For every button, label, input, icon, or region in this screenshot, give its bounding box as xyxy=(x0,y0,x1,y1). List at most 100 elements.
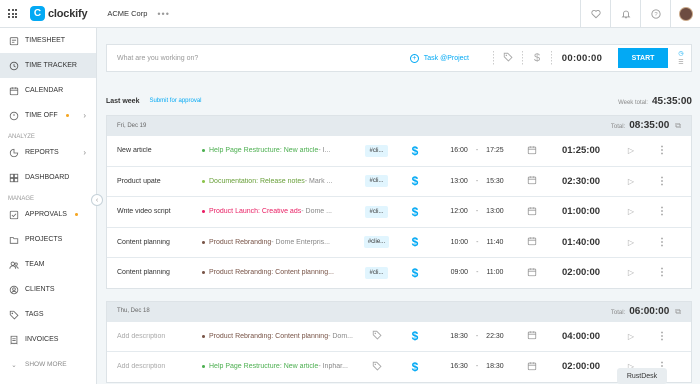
sidebar-item-calendar[interactable]: CALENDAR xyxy=(0,78,96,103)
entry-description[interactable]: Add description xyxy=(107,333,202,340)
start-time[interactable]: 16:00 xyxy=(450,147,468,154)
play-icon[interactable]: ▷ xyxy=(620,238,642,247)
start-time[interactable]: 13:00 xyxy=(450,178,468,185)
end-time[interactable]: 17:25 xyxy=(486,147,504,154)
entry-project[interactable]: Product Rebranding: Content planning - D… xyxy=(202,333,355,340)
calendar-icon[interactable] xyxy=(522,145,542,157)
more-options-icon[interactable]: ⋮ xyxy=(642,267,682,278)
manual-mode-icon[interactable]: ☰ xyxy=(678,59,683,66)
sidebar-item-tags[interactable]: TAGS xyxy=(0,302,96,327)
sidebar-item-time-off[interactable]: TIME OFF › xyxy=(0,103,96,128)
entry-time-range[interactable]: 16:30-18:30 xyxy=(432,363,522,370)
entry-project[interactable]: Product Launch: Creative ads - Dome ... xyxy=(202,208,355,215)
entry-description[interactable]: Content planning xyxy=(107,239,202,246)
entry-time-range[interactable]: 18:30-22:30 xyxy=(432,333,522,340)
entry-duration[interactable]: 01:00:00 xyxy=(542,206,620,217)
entry-duration[interactable]: 04:00:00 xyxy=(542,331,620,342)
billable-dollar-icon[interactable]: $ xyxy=(398,360,432,374)
heart-icon[interactable] xyxy=(580,0,610,28)
play-icon[interactable]: ▷ xyxy=(620,177,642,186)
entry-description[interactable]: Content planning xyxy=(107,269,202,276)
entry-tags[interactable]: #cli... xyxy=(355,144,398,157)
start-button[interactable]: START xyxy=(618,48,668,68)
billable-dollar-icon[interactable]: $ xyxy=(398,266,432,280)
entry-tags[interactable] xyxy=(355,361,398,373)
sidebar-item-team[interactable]: TEAM xyxy=(0,252,96,277)
workspace-menu-button[interactable]: ••• xyxy=(157,9,169,19)
entry-duration[interactable]: 02:30:00 xyxy=(542,176,620,187)
end-time[interactable]: 22:30 xyxy=(486,333,504,340)
timer-mode-icon[interactable]: ◷ xyxy=(678,50,683,57)
entry-project[interactable]: Documentation: Release notes - Mark ... xyxy=(202,178,355,185)
play-icon[interactable]: ▷ xyxy=(620,268,642,277)
billable-dollar-icon[interactable]: $ xyxy=(398,174,432,188)
entry-description[interactable]: Add description xyxy=(107,363,202,370)
sidebar-item-approvals[interactable]: APPROVALS xyxy=(0,202,96,227)
more-options-icon[interactable]: ⋮ xyxy=(642,145,682,156)
billable-dollar-icon[interactable]: $ xyxy=(398,235,432,249)
copy-icon[interactable]: ⧉ xyxy=(675,307,681,317)
start-time[interactable]: 16:30 xyxy=(450,363,468,370)
calendar-icon[interactable] xyxy=(522,267,542,279)
sidebar-item-projects[interactable]: PROJECTS xyxy=(0,227,96,252)
calendar-icon[interactable] xyxy=(522,236,542,248)
play-icon[interactable]: ▷ xyxy=(620,146,642,155)
entry-tags[interactable]: #cli... xyxy=(355,266,398,279)
sidebar-item-timesheet[interactable]: TIMESHEET xyxy=(0,28,96,53)
entry-project[interactable]: Product Rebranding: Content planning... xyxy=(202,269,355,276)
entry-description[interactable]: Write video script xyxy=(107,208,202,215)
billable-dollar-icon[interactable]: $ xyxy=(398,329,432,343)
logo[interactable]: C clockify xyxy=(30,6,88,21)
play-icon[interactable]: ▷ xyxy=(620,207,642,216)
collapse-sidebar-button[interactable]: ‹ xyxy=(91,194,103,206)
sidebar-item-reports[interactable]: REPORTS › xyxy=(0,140,96,165)
entry-time-range[interactable]: 10:00-11:40 xyxy=(432,239,522,246)
apps-grid-icon[interactable] xyxy=(8,8,28,19)
entry-duration[interactable]: 01:40:00 xyxy=(542,237,620,248)
project-picker[interactable]: + Task @Project xyxy=(409,53,469,63)
entry-description[interactable]: Product upate xyxy=(107,178,202,185)
help-icon[interactable]: ? xyxy=(640,0,670,28)
start-time[interactable]: 12:00 xyxy=(450,208,468,215)
entry-project[interactable]: Help Page Restructure: New article - Inp… xyxy=(202,363,355,370)
workspace-name[interactable]: ACME Corp xyxy=(107,9,147,18)
entry-description[interactable]: New article xyxy=(107,147,202,154)
entry-time-range[interactable]: 12:00-13:00 xyxy=(432,208,522,215)
start-time[interactable]: 10:00 xyxy=(451,239,469,246)
entry-time-range[interactable]: 13:00-15:30 xyxy=(432,178,522,185)
bell-icon[interactable] xyxy=(610,0,640,28)
entry-duration[interactable]: 02:00:00 xyxy=(542,361,620,372)
billable-dollar-icon[interactable]: $ xyxy=(398,205,432,219)
entry-tags[interactable]: #cli... xyxy=(355,205,398,218)
entry-time-range[interactable]: 16:00-17:25 xyxy=(432,147,522,154)
play-icon[interactable]: ▷ xyxy=(620,332,642,341)
entry-time-range[interactable]: 09:00-11:00 xyxy=(432,269,522,276)
entry-project[interactable]: Help Page Restructure: New article - I..… xyxy=(202,147,355,154)
entry-duration[interactable]: 01:25:00 xyxy=(542,145,620,156)
copy-icon[interactable]: ⧉ xyxy=(675,121,681,131)
mode-toggle[interactable]: ◷ ☰ xyxy=(674,50,688,66)
calendar-icon[interactable] xyxy=(522,175,542,187)
entry-project[interactable]: Product Rebranding - Dome Enterpris... xyxy=(202,239,355,246)
billable-dollar-icon[interactable]: $ xyxy=(398,144,432,158)
sidebar-item-dashboard[interactable]: DASHBOARD xyxy=(0,165,96,190)
billable-dollar-icon[interactable]: $ xyxy=(523,52,551,64)
entry-tags[interactable] xyxy=(355,330,398,342)
start-time[interactable]: 18:30 xyxy=(450,333,468,340)
show-more-button[interactable]: ⌄ SHOW MORE xyxy=(0,352,96,377)
more-options-icon[interactable]: ⋮ xyxy=(642,176,682,187)
calendar-icon[interactable] xyxy=(522,206,542,218)
user-menu[interactable] xyxy=(670,0,700,28)
submit-for-approval-link[interactable]: Submit for approval xyxy=(149,98,201,104)
end-time[interactable]: 11:00 xyxy=(486,269,503,276)
sidebar-item-time-tracker[interactable]: TIME TRACKER xyxy=(0,53,96,78)
more-options-icon[interactable]: ⋮ xyxy=(642,331,682,342)
description-input[interactable]: What are you working on? xyxy=(107,55,410,62)
start-time[interactable]: 09:00 xyxy=(451,269,469,276)
entry-tags[interactable]: #clie... xyxy=(355,236,398,249)
sidebar-item-clients[interactable]: CLIENTS xyxy=(0,277,96,302)
rustdesk-overlay[interactable]: RustDesk xyxy=(617,368,667,384)
end-time[interactable]: 11:40 xyxy=(486,239,503,246)
sidebar-item-invoices[interactable]: INVOICES xyxy=(0,327,96,352)
tag-icon[interactable] xyxy=(494,52,522,64)
